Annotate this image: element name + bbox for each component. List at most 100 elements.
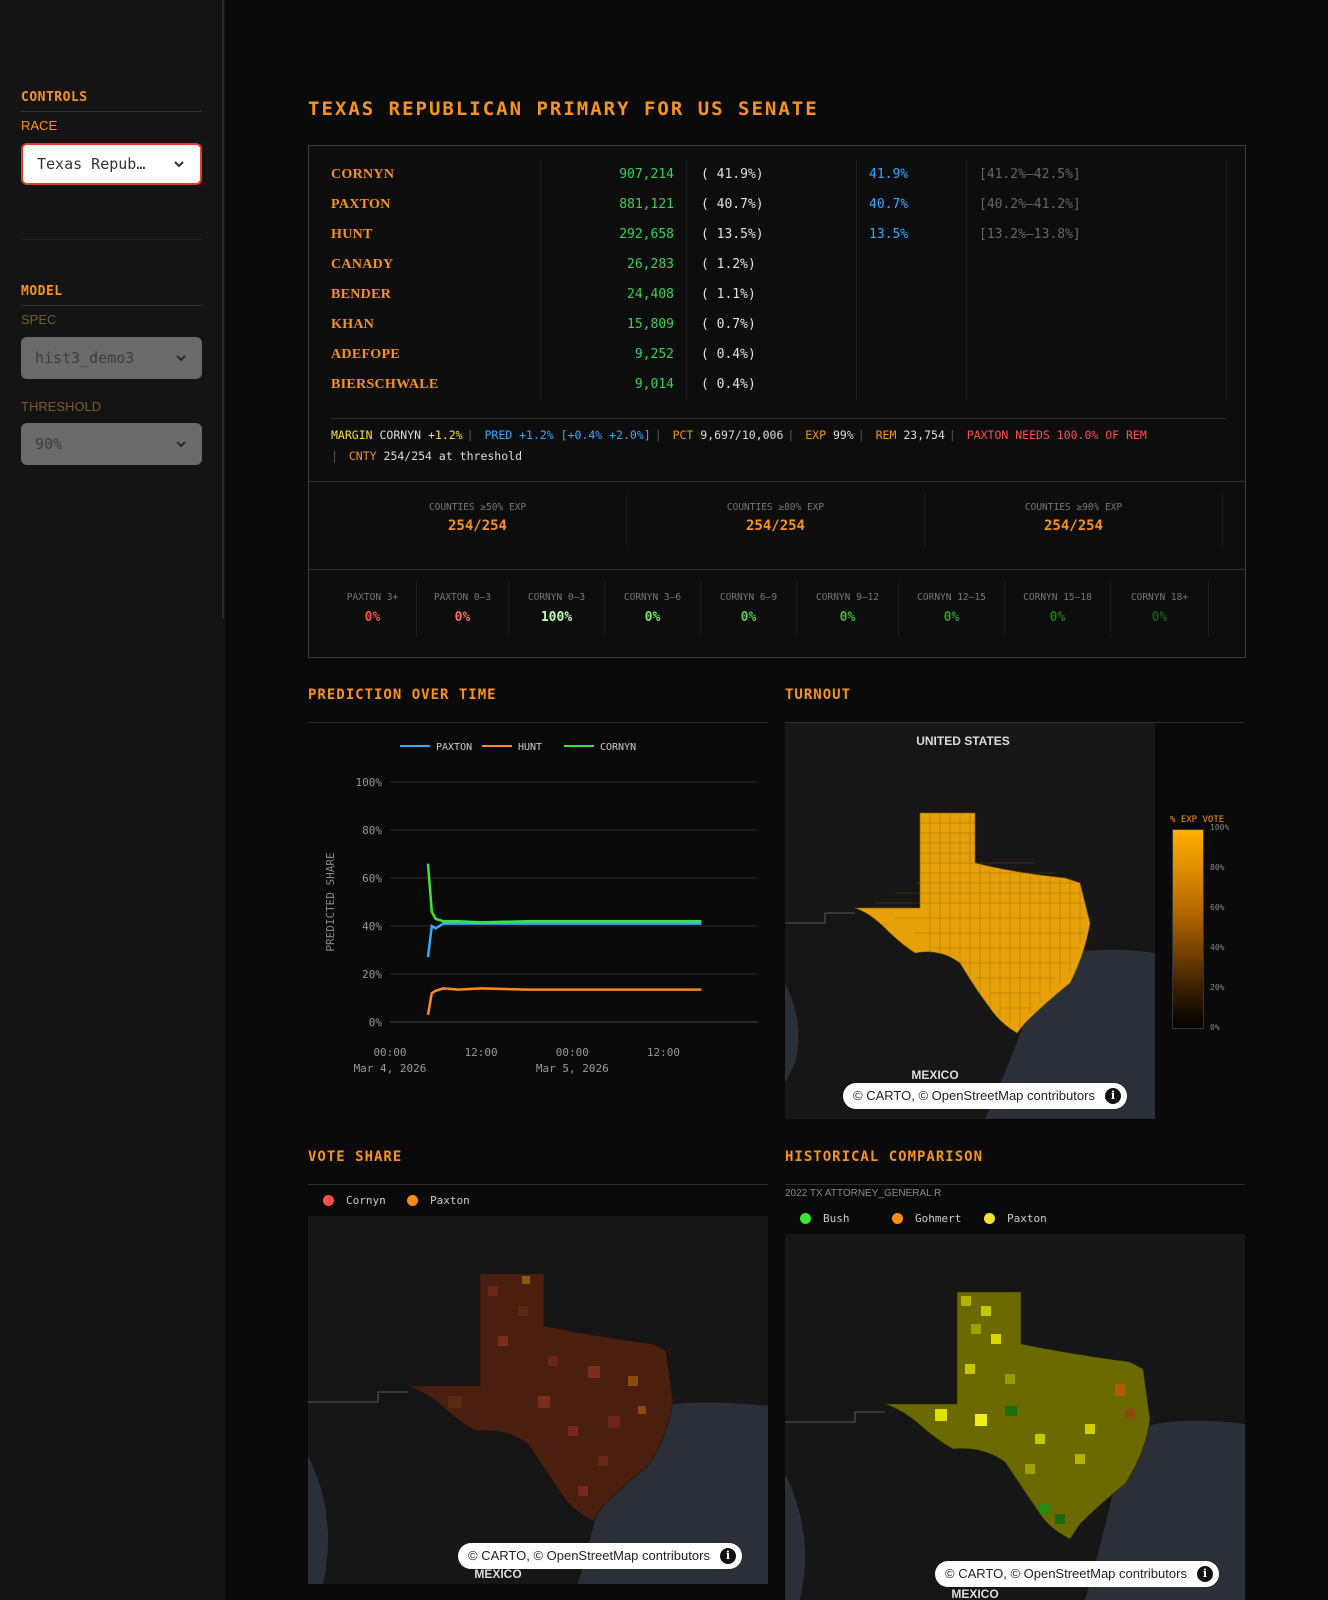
sidebar-divider bbox=[21, 239, 202, 240]
candidate-row: HUNT 292,658( 13.5%) 13.5% [13.2%–13.8%] bbox=[331, 220, 1227, 250]
vote-share-title: VOTE SHARE bbox=[308, 1149, 403, 1165]
candidate-votes: 9,252 bbox=[541, 340, 687, 370]
candidate-ci bbox=[967, 340, 1227, 370]
candidate-pred bbox=[857, 310, 967, 340]
rem-value: 23,754 bbox=[903, 428, 945, 442]
cnty-label: CNTY bbox=[348, 449, 377, 463]
legend-dot bbox=[984, 1213, 995, 1224]
candidate-votes: 881,121 bbox=[541, 190, 687, 220]
bucket-value: 0% bbox=[740, 610, 757, 625]
threshold-label: THRESHOLD bbox=[21, 399, 102, 414]
turnout-legend-tick: 60% bbox=[1210, 903, 1225, 912]
candidate-pred bbox=[857, 370, 967, 400]
attribution-text: © CARTO, © OpenStreetMap contributors bbox=[853, 1088, 1095, 1103]
candidate-row: PAXTON 881,121( 40.7%) 40.7% [40.2%–41.2%] bbox=[331, 190, 1227, 220]
candidate-votes: 24,408 bbox=[541, 280, 687, 310]
map-attribution[interactable]: © CARTO, © OpenStreetMap contributors i bbox=[458, 1543, 742, 1569]
x-tick-date: Mar 5, 2026 bbox=[536, 1062, 609, 1075]
legend-label: Cornyn bbox=[346, 1194, 386, 1207]
controls-section: CONTROLS RACE Texas Repub… bbox=[21, 90, 202, 185]
candidate-name: PAXTON bbox=[331, 190, 541, 220]
legend-item[interactable]: Gohmert bbox=[892, 1212, 961, 1225]
map-attribution[interactable]: © CARTO, © OpenStreetMap contributors i bbox=[843, 1083, 1127, 1109]
panel-divider bbox=[309, 569, 1245, 570]
threshold-select-value: 90% bbox=[35, 435, 63, 453]
threshold-select[interactable]: 90% bbox=[21, 423, 202, 465]
bucket-value: 100% bbox=[540, 610, 573, 625]
race-select[interactable]: Texas Repub… bbox=[21, 143, 202, 185]
legend-item[interactable]: Paxton bbox=[984, 1212, 1047, 1225]
rem-label: REM bbox=[875, 428, 897, 442]
race-label: RACE bbox=[21, 118, 58, 133]
margin-label: MARGIN bbox=[331, 428, 373, 442]
x-tick-time: 00:00 bbox=[556, 1046, 589, 1059]
cnty-value: 254/254 at threshold bbox=[383, 449, 522, 463]
turnout-legend-tick: 100% bbox=[1210, 823, 1230, 832]
y-tick-label: 40% bbox=[362, 920, 382, 933]
legend-dot bbox=[892, 1213, 903, 1224]
candidate-row: BIERSCHWALE 9,014( 0.4%) bbox=[331, 370, 1227, 400]
turnout-legend: % EXP VOTE 100% 80% 60% 40% 20% 0% bbox=[1170, 815, 1260, 1035]
spec-select[interactable]: hist3_demo3 bbox=[21, 337, 202, 379]
candidate-pct: ( 0.4%) bbox=[687, 370, 857, 400]
legend-item[interactable]: Bush bbox=[800, 1212, 850, 1225]
candidate-pct: ( 0.7%) bbox=[687, 310, 857, 340]
margin-bucket: CORNYN 18+ 0% bbox=[1111, 580, 1209, 638]
candidate-pct: ( 41.9%) bbox=[687, 160, 857, 190]
historical-map-canvas: MEXICO bbox=[785, 1234, 1245, 1600]
prediction-chart[interactable]: 100% 80% 60% 40% 20% 0% 00:00 Mar 4, 2026 12:00 0… bbox=[308, 722, 768, 1122]
legend-item[interactable]: Cornyn bbox=[323, 1194, 386, 1207]
map-attribution[interactable]: © CARTO, © OpenStreetMap contributors i bbox=[935, 1561, 1219, 1587]
x-tick-time: 12:00 bbox=[465, 1046, 498, 1059]
margin-cand: CORNYN bbox=[379, 428, 422, 442]
pct-value: 9,697/10,006 bbox=[700, 428, 784, 442]
bucket-label: CORNYN 12–15 bbox=[917, 592, 986, 603]
y-tick-label: 60% bbox=[362, 872, 382, 885]
turnout-legend-tick: 0% bbox=[1210, 1023, 1220, 1032]
chevron-down-icon bbox=[174, 161, 184, 168]
exp-value: 99% bbox=[832, 428, 854, 442]
historical-title: HISTORICAL COMPARISON bbox=[785, 1149, 984, 1165]
historical-map[interactable]: MEXICO © CARTO, © OpenStreetMap contribu… bbox=[785, 1234, 1245, 1600]
bucket-label: CORNYN 3–6 bbox=[623, 592, 682, 603]
margin-bucket: CORNYN 12–15 0% bbox=[899, 580, 1005, 638]
model-section: MODEL SPEC hist3_demo3 THRESHOLD 90% bbox=[21, 284, 202, 465]
bucket-label: PAXTON 0–3 bbox=[433, 592, 492, 603]
turnout-map[interactable]: UNITED STATES MEXICO © CARTO, © OpenStre… bbox=[785, 723, 1155, 1119]
info-icon[interactable]: i bbox=[1104, 1088, 1121, 1104]
margin-bucket: CORNYN 9–12 0% bbox=[797, 580, 899, 638]
margin-bucket: CORNYN 15–18 0% bbox=[1005, 580, 1111, 638]
panel-divider bbox=[309, 481, 1245, 482]
bucket-value: 0% bbox=[1151, 610, 1168, 625]
legend-dot bbox=[800, 1213, 811, 1224]
bucket-value: 0% bbox=[1049, 610, 1066, 625]
candidate-pct: ( 13.5%) bbox=[687, 220, 857, 250]
status-line: MARGIN CORNYN +1.2% | PRED +1.2% [+0.4% +… bbox=[331, 418, 1227, 467]
sidebar-scrollbar[interactable] bbox=[222, 0, 224, 618]
chevron-down-icon bbox=[176, 355, 186, 362]
info-icon[interactable]: i bbox=[719, 1548, 736, 1564]
candidate-pred bbox=[857, 280, 967, 310]
exp-count-box: COUNTIES ≥90% EXP 254/254 bbox=[925, 492, 1223, 548]
attribution-text: © CARTO, © OpenStreetMap contributors bbox=[468, 1548, 710, 1563]
vote-share-map[interactable]: MEXICO © CARTO, © OpenStreetMap contribu… bbox=[308, 1216, 768, 1584]
candidate-name: BENDER bbox=[331, 280, 541, 310]
turnout-map-canvas: UNITED STATES MEXICO bbox=[785, 723, 1155, 1119]
candidate-row: BENDER 24,408( 1.1%) bbox=[331, 280, 1227, 310]
y-axis-label: PREDICTED SHARE bbox=[324, 852, 337, 951]
bucket-value: 0% bbox=[644, 610, 661, 625]
bucket-label: PAXTON 3+ bbox=[346, 592, 399, 603]
legend-item[interactable]: Paxton bbox=[407, 1194, 470, 1207]
spec-select-value: hist3_demo3 bbox=[35, 349, 135, 367]
historical-caption: 2022 TX ATTORNEY_GENERAL R bbox=[785, 1188, 942, 1199]
mexico-label: MEXICO bbox=[951, 1587, 998, 1600]
candidate-pct: ( 40.7%) bbox=[687, 190, 857, 220]
pct-label: PCT bbox=[672, 428, 694, 442]
info-icon[interactable]: i bbox=[1196, 1566, 1213, 1582]
bucket-label: CORNYN 18+ bbox=[1130, 592, 1189, 603]
margin-bucket: PAXTON 0–3 0% bbox=[417, 580, 509, 638]
candidate-ci bbox=[967, 280, 1227, 310]
candidate-ci bbox=[967, 250, 1227, 280]
us-label: UNITED STATES bbox=[916, 734, 1010, 748]
candidate-ci bbox=[967, 370, 1227, 400]
